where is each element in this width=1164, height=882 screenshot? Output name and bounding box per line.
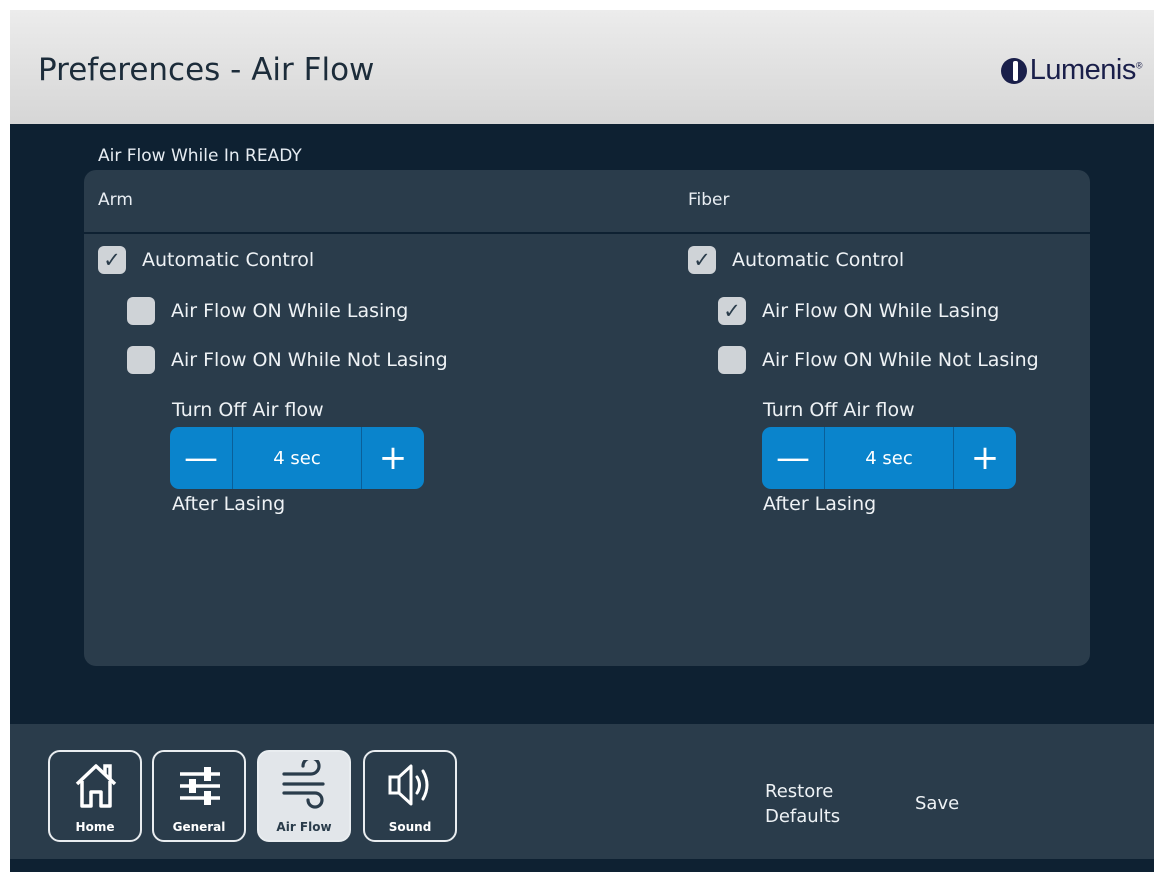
arm-delay-stepper: — 4 sec + [170, 427, 424, 489]
fiber-decrement-button[interactable]: — [762, 427, 824, 489]
arm-increment-button[interactable]: + [362, 427, 424, 489]
arm-on-while-lasing[interactable]: Air Flow ON While Lasing [127, 297, 408, 325]
arm-automatic-control[interactable]: ✓ Automatic Control [98, 246, 314, 274]
arm-delay-value: 4 sec [273, 447, 321, 469]
fiber-heading: Fiber [688, 190, 730, 210]
fiber-automatic-control-checkbox[interactable]: ✓ [688, 246, 716, 274]
fiber-on-while-lasing[interactable]: ✓ Air Flow ON While Lasing [718, 297, 999, 325]
fiber-delay-value: 4 sec [865, 447, 913, 469]
fiber-on-while-not-lasing-label: Air Flow ON While Not Lasing [762, 349, 1039, 371]
nav-air-flow-button[interactable]: Air Flow [257, 750, 351, 842]
panel-divider [84, 232, 1090, 234]
nav-home-button[interactable]: Home [48, 750, 142, 842]
fiber-increment-button[interactable]: + [954, 427, 1016, 489]
page-title: Preferences - Air Flow [38, 52, 375, 88]
fiber-on-while-not-lasing[interactable]: Air Flow ON While Not Lasing [718, 346, 1039, 374]
fiber-automatic-control-label: Automatic Control [732, 249, 905, 271]
fiber-delay-stepper: — 4 sec + [762, 427, 1016, 489]
footer-bar: Home General Air Flow Sound Restore Defa… [10, 724, 1154, 859]
save-button[interactable]: Save [915, 791, 959, 816]
arm-after-lasing-label: After Lasing [172, 493, 286, 515]
fiber-automatic-control[interactable]: ✓ Automatic Control [688, 246, 904, 274]
nav-general-label: General [172, 820, 226, 834]
fiber-turn-off-label: Turn Off Air flow [763, 399, 915, 421]
nav-home-label: Home [75, 820, 115, 834]
nav-sound-button[interactable]: Sound [363, 750, 457, 842]
fiber-on-while-lasing-checkbox[interactable]: ✓ [718, 297, 746, 325]
arm-turn-off-label: Turn Off Air flow [172, 399, 324, 421]
arm-on-while-not-lasing[interactable]: Air Flow ON While Not Lasing [127, 346, 448, 374]
sliders-icon [180, 767, 220, 805]
fiber-on-while-not-lasing-checkbox[interactable] [718, 346, 746, 374]
arm-heading: Arm [98, 190, 133, 210]
fiber-after-lasing-label: After Lasing [763, 493, 877, 515]
app-window: Preferences - Air Flow Lumenis® Air Flow… [10, 10, 1154, 872]
logo-text: Lumenis® [1029, 54, 1143, 86]
fiber-on-while-lasing-label: Air Flow ON While Lasing [762, 300, 1000, 322]
restore-defaults-label-line1: Restore [765, 781, 834, 802]
arm-on-while-lasing-checkbox[interactable] [127, 297, 155, 325]
header-bar: Preferences - Air Flow Lumenis® [10, 10, 1154, 124]
arm-decrement-button[interactable]: — [170, 427, 232, 489]
nav-air-flow-label: Air Flow [276, 820, 332, 834]
restore-defaults-label-line2: Defaults [765, 806, 841, 827]
settings-panel: Arm Fiber ✓ Automatic Control Air Flow O… [84, 170, 1090, 666]
section-label: Air Flow While In READY [98, 146, 302, 166]
arm-automatic-control-label: Automatic Control [142, 249, 315, 271]
restore-defaults-button[interactable]: Restore Defaults [765, 779, 840, 829]
lumenis-logo: Lumenis® [1000, 54, 1143, 87]
home-icon [75, 764, 117, 808]
arm-automatic-control-checkbox[interactable]: ✓ [98, 246, 126, 274]
wind-icon [282, 760, 325, 809]
arm-on-while-not-lasing-label: Air Flow ON While Not Lasing [171, 349, 448, 371]
arm-on-while-not-lasing-checkbox[interactable] [127, 346, 155, 374]
arm-on-while-lasing-label: Air Flow ON While Lasing [171, 300, 409, 322]
logo-mark-icon [1000, 57, 1027, 84]
nav-general-button[interactable]: General [152, 750, 246, 842]
speaker-icon [388, 764, 429, 806]
nav-sound-label: Sound [388, 820, 432, 834]
